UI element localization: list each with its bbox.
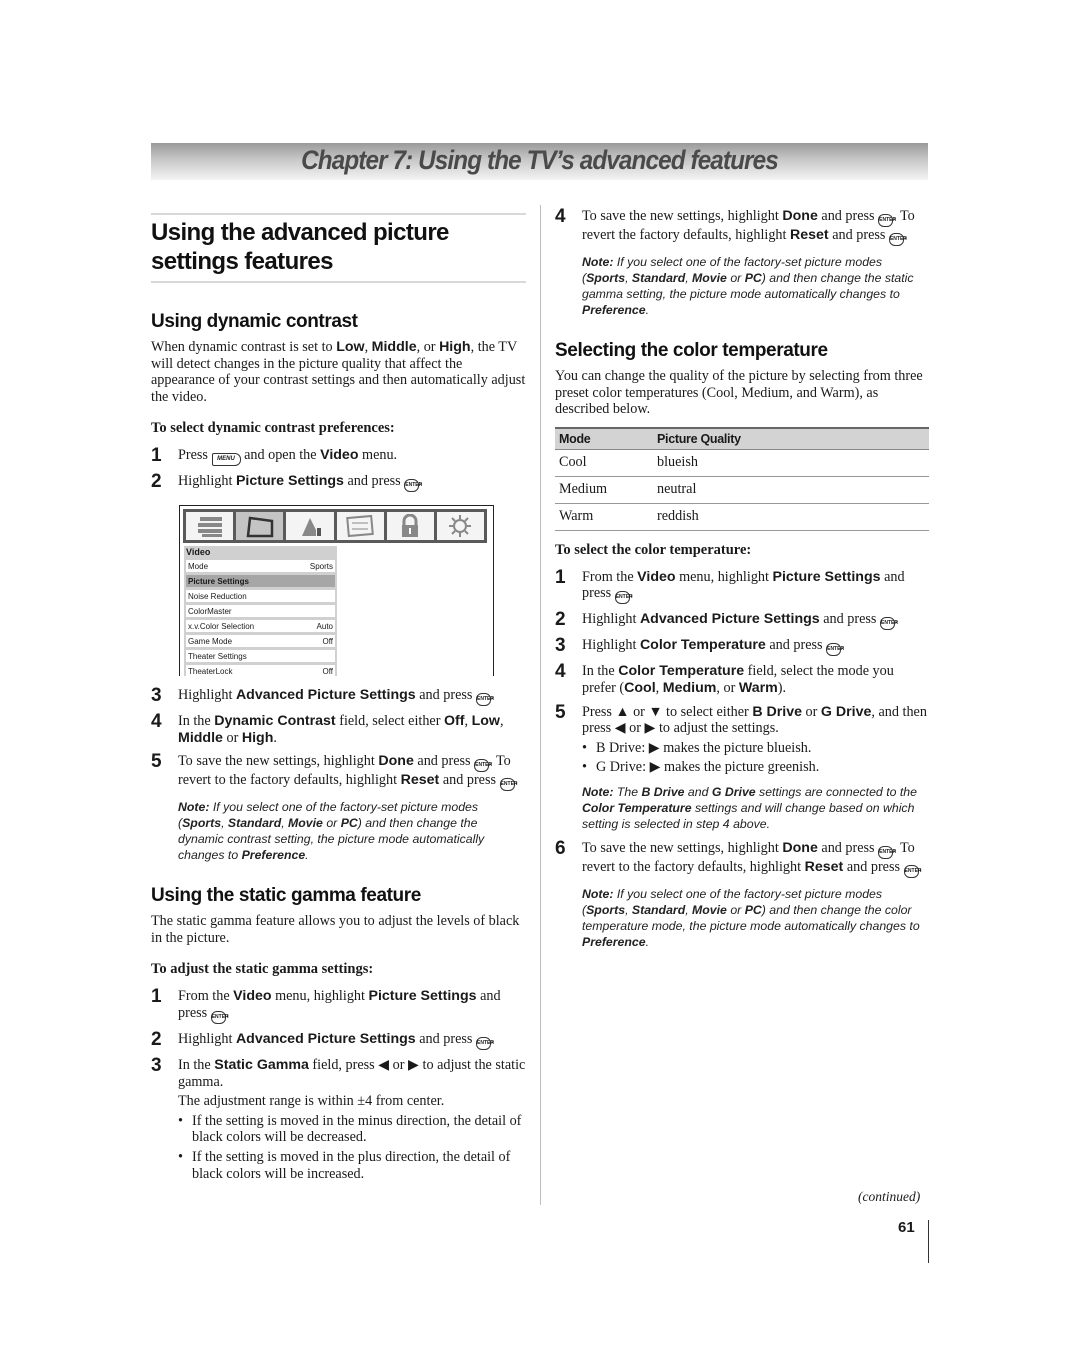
color-temp-table: Mode Picture Quality Cool blueish Medium n… [555,426,929,531]
dynamic-contrast-intro: When dynamic contrast is set to Low, Mid… [151,339,526,405]
static-gamma-intro: The static gamma feature allows you to a… [151,913,520,946]
section-title: Using the advanced picture settings feat… [151,213,526,283]
sg-range: The adjustment range is within ±4 from c… [178,1093,445,1110]
table-row: Cool blueish [555,449,929,477]
left-column: Using the advanced picture settings feat… [151,213,526,493]
enter-key-icon: ENTER [903,864,922,878]
ct-step-3: 3 Highlight Color Temperature and press … [555,635,845,657]
table-header-quality: Picture Quality [653,426,929,450]
enter-key-icon: ENTER [499,778,518,792]
sg-step-4: 4 To save the new settings, highlight Do… [555,207,930,246]
ct-note-2: Note: If you select one of the factory-s… [582,886,920,949]
static-gamma-subheading: To adjust the static gamma settings: [151,961,374,978]
ct-step-1: 1 From the Video menu, highlight Picture… [555,568,930,605]
tv-menu-screenshot: Video Mode Sports Picture Settings Noise … [179,505,494,677]
dynamic-contrast-heading: Using dynamic contrast [151,311,358,332]
enter-key-icon: ENTER [878,845,896,859]
sg-step-3: 3 In the Static Gamma field, press ◀ or … [151,1054,526,1182]
tv-menu-row[interactable]: ColorMaster [186,605,335,617]
table-header-mode: Mode [555,426,653,450]
chapter-title: Chapter 7: Using the TV’s advanced featu… [301,145,779,175]
ct-step-5: 5 Press ▲ or ▼ to select either B Drive … [555,703,930,776]
table-row: Warm reddish [555,503,929,531]
enter-key-icon: ENTER [476,693,494,706]
sg-note: Note: If you select one of the factory-s… [582,255,914,317]
ct-bullet: • G Drive: ▶ makes the picture greenish. [582,759,820,776]
dc-step-2: 2 Highlight Picture Settings and press E… [151,471,423,493]
dynamic-contrast-subheading: To select dynamic contrast preferences: [151,420,395,437]
tv-menu-row[interactable]: Theater Settings [186,650,335,662]
dc-step-3: 3 Highlight Advanced Picture Settings an… [151,685,495,706]
tv-menu-row[interactable]: TheaterLock Off [186,665,335,677]
tv-menu-row[interactable]: x.v.Color Selection Auto [186,620,335,632]
dc-step-5: 5 To save the new settings, highlight Do… [151,752,526,792]
enter-key-icon: ENTER [888,233,907,246]
ct-note-1: Note: The B Drive and G Drive settings a… [582,784,917,831]
ct-step-6: 6 To save the new settings, highlight Do… [555,839,930,878]
sg-bullet: • If the setting is moved in the minus di… [178,1112,522,1146]
sg-step-1: 1 From the Video menu, highlight Picture… [151,987,526,1024]
color-temp-subheading: To select the color temperature: [555,541,752,558]
left-column-lower: 3 Highlight Advanced Picture Settings an… [151,685,526,1182]
dc-note: Note: If you select one of the factory-s… [178,800,485,863]
enter-key-icon: ENTER [476,1036,494,1050]
table-header-row: Mode Picture Quality [555,426,929,450]
enter-key-icon: ENTER [878,214,896,227]
right-column: 4 To save the new settings, highlight Do… [555,207,930,950]
tv-video-panel: Video Mode Sports Picture Settings Noise … [184,546,337,677]
tv-menu-row-selected[interactable]: Picture Settings [186,575,335,587]
static-gamma-heading: Using the static gamma feature [151,885,421,907]
enter-key-icon: ENTER [826,643,844,657]
column-divider [540,205,541,1205]
enter-key-icon: ENTER [614,591,633,605]
color-temp-heading: Selecting the color temperature [555,340,828,361]
dc-step-1: 1 Press MENU and open the Video menu. [151,445,398,467]
sg-step-2: 2 Highlight Advanced Picture Settings an… [151,1028,495,1050]
tv-menu-row[interactable]: Mode Sports [186,560,335,572]
tv-menu-row[interactable]: Noise Reduction [186,590,335,602]
enter-key-icon: ENTER [404,479,422,493]
enter-key-icon: ENTER [210,1010,229,1024]
preferences-icon [336,512,384,540]
continued-label: (continued) [858,1189,921,1204]
ct-bullet: • B Drive: ▶ makes the picture blueish. [582,739,812,756]
dc-step-4: 4 In the Dynamic Contrast field, select … [151,711,504,746]
enter-key-icon: ENTER [880,617,898,631]
page-number-rule [928,1220,929,1263]
audio-icon [286,512,334,540]
video-icon [236,512,284,540]
ct-step-2: 2 Highlight Advanced Picture Settings an… [555,609,899,631]
color-temp-intro: You can change the quality of the pictur… [555,368,923,418]
chapter-banner: Chapter 7: Using the TV’s advanced featu… [151,143,928,180]
tv-menu-tabs [183,509,487,543]
settings-icon [186,512,234,540]
lock-icon [386,512,434,540]
tv-menu-row[interactable]: Game Mode Off [186,635,335,647]
ct-step-4: 4 In the Color Temperature field, select… [555,661,894,696]
tv-panel-title: Video [186,547,211,557]
page-number: 61 [898,1219,915,1236]
enter-key-icon: ENTER [474,759,492,773]
table-row: Medium neutral [555,476,929,504]
setup-icon [436,512,485,540]
menu-key-icon: MENU [211,453,241,467]
sg-bullet: • If the setting is moved in the plus dir… [178,1148,511,1182]
